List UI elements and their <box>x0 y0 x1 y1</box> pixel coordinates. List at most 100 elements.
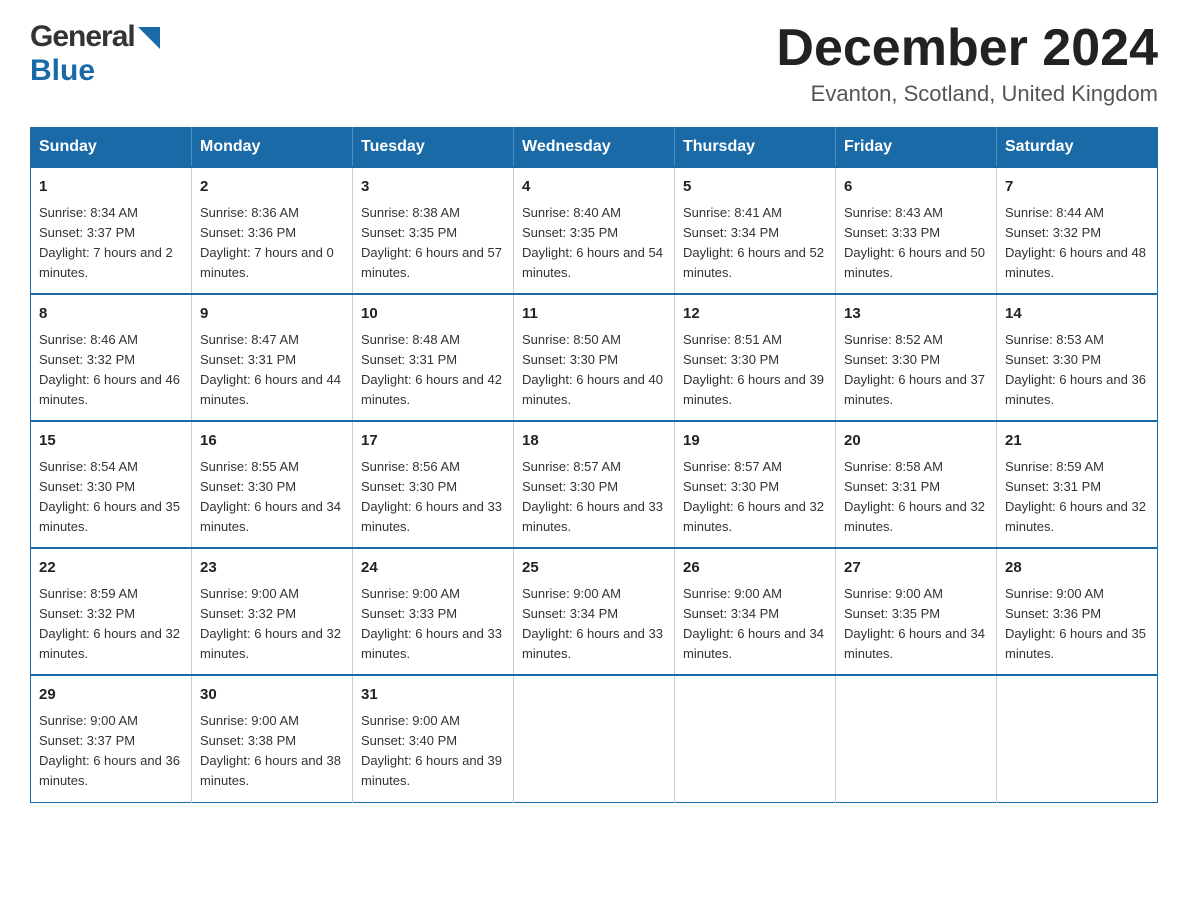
day-number: 16 <box>200 430 344 453</box>
calendar-week-row: 29Sunrise: 9:00 AMSunset: 3:37 PMDayligh… <box>31 675 1158 802</box>
calendar-cell: 9 Sunrise: 8:47 AMSunset: 3:31 PMDaylight… <box>192 294 353 421</box>
day-number: 29 <box>39 684 183 707</box>
logo-general-text: General <box>30 20 135 54</box>
day-info: Sunrise: 9:00 AMSunset: 3:35 PMDaylight:… <box>844 586 985 661</box>
day-number: 15 <box>39 430 183 453</box>
day-number: 26 <box>683 557 827 580</box>
day-info: Sunrise: 8:47 AMSunset: 3:31 PMDaylight:… <box>200 332 341 407</box>
calendar-cell <box>997 675 1158 802</box>
day-info: Sunrise: 8:53 AMSunset: 3:30 PMDaylight:… <box>1005 332 1146 407</box>
day-info: Sunrise: 8:57 AMSunset: 3:30 PMDaylight:… <box>683 459 824 534</box>
day-number: 30 <box>200 684 344 707</box>
day-number: 7 <box>1005 176 1149 199</box>
day-info: Sunrise: 8:43 AMSunset: 3:33 PMDaylight:… <box>844 205 985 280</box>
calendar-header-row: SundayMondayTuesdayWednesdayThursdayFrid… <box>31 128 1158 168</box>
day-info: Sunrise: 8:51 AMSunset: 3:30 PMDaylight:… <box>683 332 824 407</box>
day-number: 22 <box>39 557 183 580</box>
day-number: 23 <box>200 557 344 580</box>
calendar-cell: 13 Sunrise: 8:52 AMSunset: 3:30 PMDayligh… <box>836 294 997 421</box>
day-info: Sunrise: 8:55 AMSunset: 3:30 PMDaylight:… <box>200 459 341 534</box>
day-header-monday: Monday <box>192 128 353 168</box>
day-info: Sunrise: 8:50 AMSunset: 3:30 PMDaylight:… <box>522 332 663 407</box>
day-number: 14 <box>1005 303 1149 326</box>
logo: General Blue <box>30 20 160 88</box>
day-info: Sunrise: 8:54 AMSunset: 3:30 PMDaylight:… <box>39 459 180 534</box>
calendar-cell: 17Sunrise: 8:56 AMSunset: 3:30 PMDayligh… <box>353 421 514 548</box>
day-number: 21 <box>1005 430 1149 453</box>
day-number: 11 <box>522 303 666 326</box>
calendar-table: SundayMondayTuesdayWednesdayThursdayFrid… <box>30 127 1158 802</box>
day-info: Sunrise: 9:00 AMSunset: 3:40 PMDaylight:… <box>361 713 502 788</box>
calendar-cell: 1 Sunrise: 8:34 AMSunset: 3:37 PMDaylight… <box>31 167 192 294</box>
calendar-cell: 7 Sunrise: 8:44 AMSunset: 3:32 PMDaylight… <box>997 167 1158 294</box>
calendar-cell: 16 Sunrise: 8:55 AMSunset: 3:30 PMDayligh… <box>192 421 353 548</box>
day-number: 25 <box>522 557 666 580</box>
day-info: Sunrise: 8:41 AMSunset: 3:34 PMDaylight:… <box>683 205 824 280</box>
calendar-week-row: 8 Sunrise: 8:46 AMSunset: 3:32 PMDaylight… <box>31 294 1158 421</box>
calendar-cell: 24Sunrise: 9:00 AMSunset: 3:33 PMDayligh… <box>353 548 514 675</box>
calendar-cell: 26Sunrise: 9:00 AMSunset: 3:34 PMDayligh… <box>675 548 836 675</box>
title-block: December 2024 Evanton, Scotland, United … <box>776 20 1158 107</box>
day-number: 20 <box>844 430 988 453</box>
day-info: Sunrise: 8:46 AMSunset: 3:32 PMDaylight:… <box>39 332 180 407</box>
day-number: 13 <box>844 303 988 326</box>
day-info: Sunrise: 8:44 AMSunset: 3:32 PMDaylight:… <box>1005 205 1146 280</box>
month-title: December 2024 <box>776 20 1158 77</box>
calendar-cell <box>675 675 836 802</box>
calendar-cell: 5 Sunrise: 8:41 AMSunset: 3:34 PMDaylight… <box>675 167 836 294</box>
day-info: Sunrise: 9:00 AMSunset: 3:34 PMDaylight:… <box>522 586 663 661</box>
day-info: Sunrise: 8:59 AMSunset: 3:32 PMDaylight:… <box>39 586 180 661</box>
day-info: Sunrise: 9:00 AMSunset: 3:32 PMDaylight:… <box>200 586 341 661</box>
calendar-cell: 27 Sunrise: 9:00 AMSunset: 3:35 PMDayligh… <box>836 548 997 675</box>
calendar-cell: 29Sunrise: 9:00 AMSunset: 3:37 PMDayligh… <box>31 675 192 802</box>
day-number: 24 <box>361 557 505 580</box>
day-header-saturday: Saturday <box>997 128 1158 168</box>
day-info: Sunrise: 8:57 AMSunset: 3:30 PMDaylight:… <box>522 459 663 534</box>
day-info: Sunrise: 8:56 AMSunset: 3:30 PMDaylight:… <box>361 459 502 534</box>
day-number: 5 <box>683 176 827 199</box>
calendar-cell: 25 Sunrise: 9:00 AMSunset: 3:34 PMDayligh… <box>514 548 675 675</box>
calendar-cell: 14 Sunrise: 8:53 AMSunset: 3:30 PMDayligh… <box>997 294 1158 421</box>
calendar-cell: 31Sunrise: 9:00 AMSunset: 3:40 PMDayligh… <box>353 675 514 802</box>
location-text: Evanton, Scotland, United Kingdom <box>776 81 1158 107</box>
day-header-wednesday: Wednesday <box>514 128 675 168</box>
calendar-cell: 21 Sunrise: 8:59 AMSunset: 3:31 PMDayligh… <box>997 421 1158 548</box>
day-number: 12 <box>683 303 827 326</box>
day-number: 9 <box>200 303 344 326</box>
day-info: Sunrise: 9:00 AMSunset: 3:36 PMDaylight:… <box>1005 586 1146 661</box>
calendar-cell: 8 Sunrise: 8:46 AMSunset: 3:32 PMDaylight… <box>31 294 192 421</box>
day-number: 8 <box>39 303 183 326</box>
day-header-tuesday: Tuesday <box>353 128 514 168</box>
day-number: 3 <box>361 176 505 199</box>
calendar-week-row: 1 Sunrise: 8:34 AMSunset: 3:37 PMDaylight… <box>31 167 1158 294</box>
day-number: 1 <box>39 176 183 199</box>
day-number: 10 <box>361 303 505 326</box>
day-info: Sunrise: 8:48 AMSunset: 3:31 PMDaylight:… <box>361 332 502 407</box>
day-header-friday: Friday <box>836 128 997 168</box>
logo-triangle-icon <box>138 27 160 49</box>
day-header-thursday: Thursday <box>675 128 836 168</box>
day-info: Sunrise: 8:52 AMSunset: 3:30 PMDaylight:… <box>844 332 985 407</box>
day-info: Sunrise: 8:59 AMSunset: 3:31 PMDaylight:… <box>1005 459 1146 534</box>
calendar-cell: 10 Sunrise: 8:48 AMSunset: 3:31 PMDayligh… <box>353 294 514 421</box>
day-info: Sunrise: 8:36 AMSunset: 3:36 PMDaylight:… <box>200 205 334 280</box>
calendar-cell: 3Sunrise: 8:38 AMSunset: 3:35 PMDaylight… <box>353 167 514 294</box>
calendar-cell: 12 Sunrise: 8:51 AMSunset: 3:30 PMDayligh… <box>675 294 836 421</box>
day-number: 18 <box>522 430 666 453</box>
calendar-cell: 4Sunrise: 8:40 AMSunset: 3:35 PMDaylight… <box>514 167 675 294</box>
calendar-cell: 20 Sunrise: 8:58 AMSunset: 3:31 PMDayligh… <box>836 421 997 548</box>
day-info: Sunrise: 8:34 AMSunset: 3:37 PMDaylight:… <box>39 205 173 280</box>
day-info: Sunrise: 8:40 AMSunset: 3:35 PMDaylight:… <box>522 205 663 280</box>
calendar-cell: 15 Sunrise: 8:54 AMSunset: 3:30 PMDayligh… <box>31 421 192 548</box>
calendar-cell <box>836 675 997 802</box>
calendar-cell: 30Sunrise: 9:00 AMSunset: 3:38 PMDayligh… <box>192 675 353 802</box>
day-number: 27 <box>844 557 988 580</box>
calendar-cell: 18 Sunrise: 8:57 AMSunset: 3:30 PMDayligh… <box>514 421 675 548</box>
day-info: Sunrise: 8:58 AMSunset: 3:31 PMDaylight:… <box>844 459 985 534</box>
calendar-cell: 6Sunrise: 8:43 AMSunset: 3:33 PMDaylight… <box>836 167 997 294</box>
page-header: General Blue December 2024 Evanton, Scot… <box>30 20 1158 107</box>
logo-blue-text: Blue <box>30 54 95 88</box>
calendar-cell: 2Sunrise: 8:36 AMSunset: 3:36 PMDaylight… <box>192 167 353 294</box>
calendar-cell: 22 Sunrise: 8:59 AMSunset: 3:32 PMDayligh… <box>31 548 192 675</box>
calendar-cell: 19Sunrise: 8:57 AMSunset: 3:30 PMDayligh… <box>675 421 836 548</box>
